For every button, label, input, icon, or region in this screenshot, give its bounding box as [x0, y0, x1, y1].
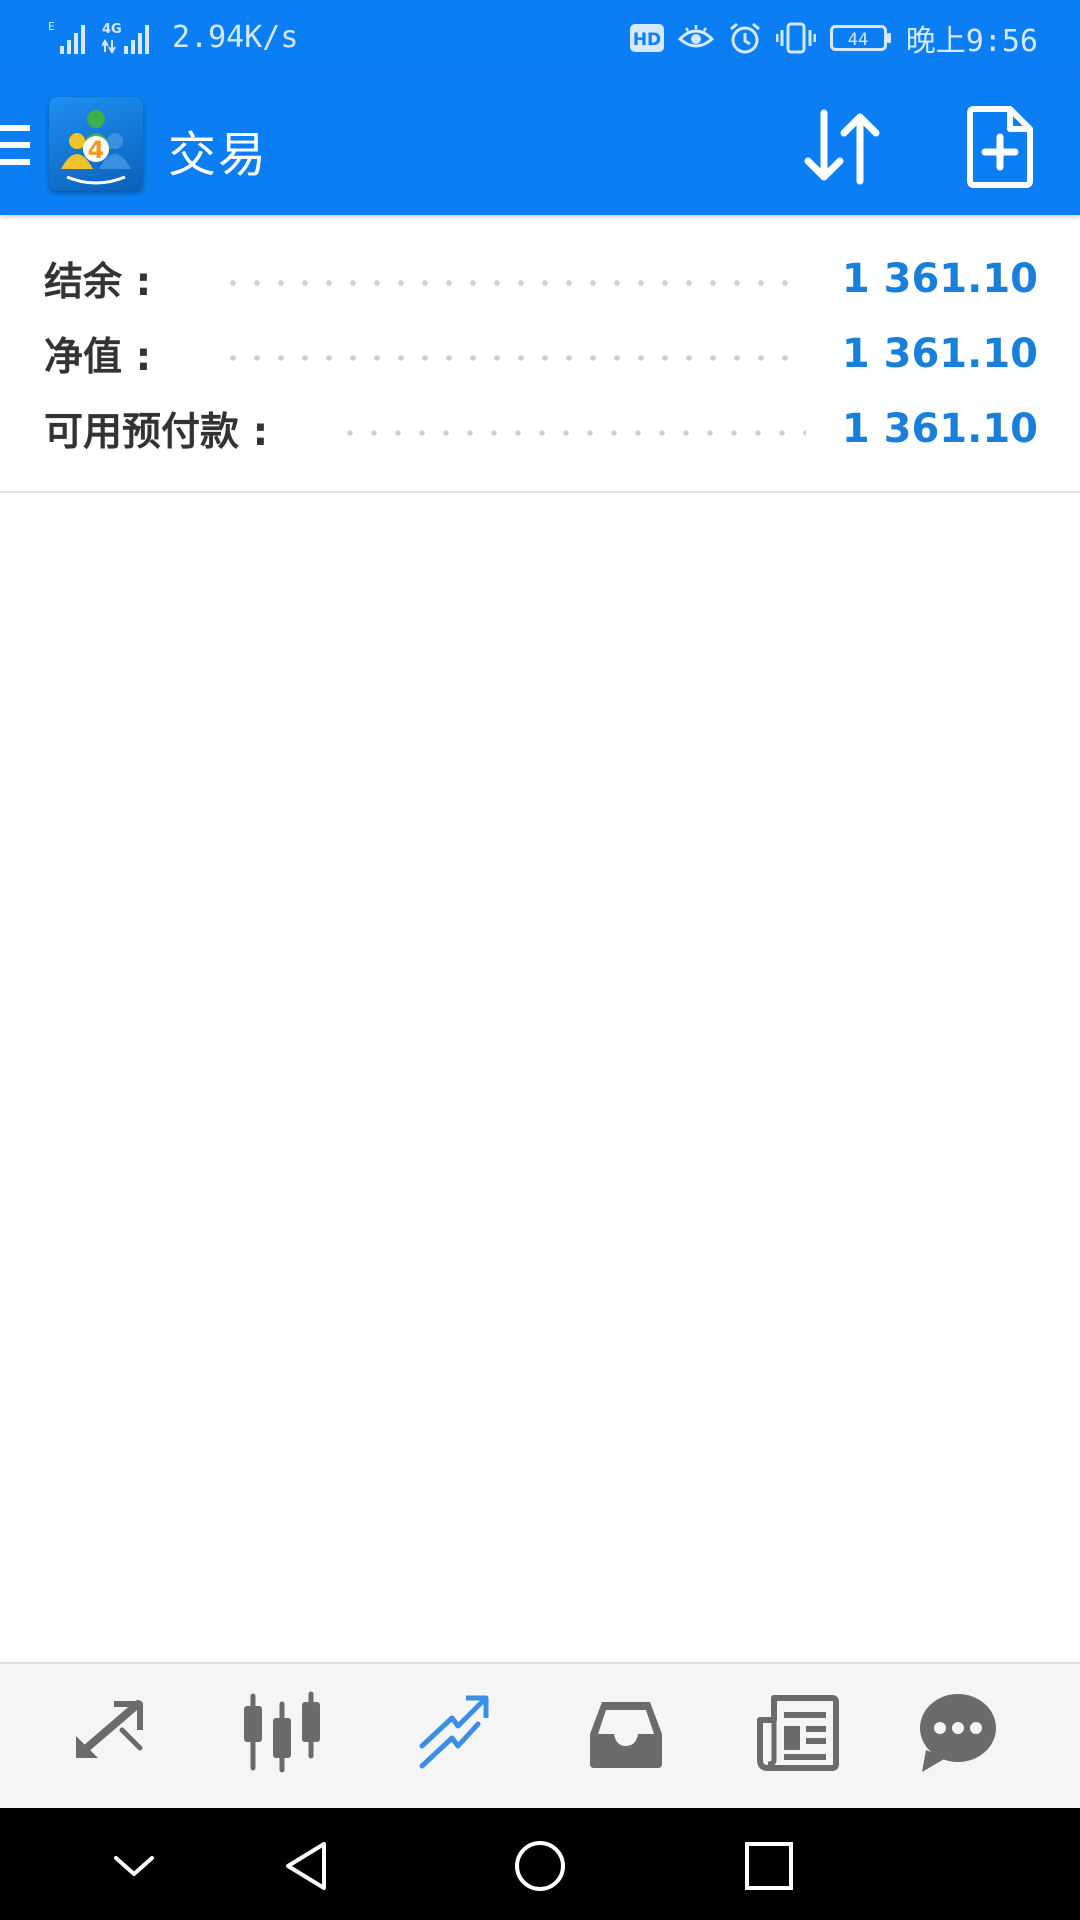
- svg-text:4: 4: [88, 136, 105, 164]
- vibrate-icon: [775, 22, 816, 53]
- history-icon[interactable]: [584, 1690, 668, 1774]
- free-margin-row: 可用预付款 : 1 361.10: [44, 399, 1038, 459]
- alarm-icon: [729, 22, 760, 53]
- trade-icon[interactable]: [412, 1690, 496, 1774]
- signal-4g-icon: 4G: [102, 22, 149, 54]
- equity-value: 1 361.10: [841, 331, 1038, 377]
- hd-icon: HD: [629, 23, 664, 52]
- status-right: HD 44 晚上9:56: [629, 16, 1038, 60]
- signal-icon: E: [48, 20, 85, 54]
- status-time: 晚上9:56: [905, 23, 1038, 59]
- dot-leader: [221, 355, 806, 361]
- svg-text:E: E: [48, 20, 55, 33]
- app-bar: 4 交易: [0, 75, 1080, 215]
- bottom-navigation: [0, 1662, 1080, 1808]
- free-margin-value: 1 361.10: [841, 406, 1038, 452]
- recents-icon[interactable]: [741, 1838, 797, 1894]
- eye-icon: [677, 24, 714, 47]
- menu-icon[interactable]: [0, 123, 32, 167]
- account-summary: 结余 : 1 361.10 净值 : 1 361.10 可用预付款 : 1 36…: [0, 215, 1080, 493]
- dot-leader: [338, 430, 806, 436]
- balance-value: 1 361.10: [841, 256, 1038, 302]
- status-bar: E 4G 2.94K/s HD 44 晚上9:56: [0, 0, 1080, 75]
- charts-icon[interactable]: [240, 1690, 324, 1774]
- equity-row: 净值 : 1 361.10: [44, 324, 1038, 384]
- app-logo: 4: [49, 97, 143, 191]
- back-icon[interactable]: [280, 1838, 336, 1894]
- sort-icon[interactable]: [800, 105, 884, 189]
- svg-text:4G: 4G: [102, 22, 122, 37]
- free-margin-label: 可用预付款 :: [44, 410, 269, 455]
- network-speed: 2.94K/s: [172, 20, 299, 55]
- collapse-icon[interactable]: [106, 1838, 162, 1894]
- new-order-icon[interactable]: [964, 105, 1036, 189]
- balance-label: 结余 :: [44, 260, 152, 305]
- dot-leader: [221, 280, 806, 286]
- system-nav-bar: [0, 1808, 1080, 1920]
- svg-text:HD: HD: [633, 30, 661, 50]
- balance-row: 结余 : 1 361.10: [44, 249, 1038, 309]
- equity-label: 净值 :: [44, 335, 152, 380]
- battery-icon: 44: [829, 24, 891, 51]
- page-title: 交易: [168, 127, 269, 183]
- quotes-icon[interactable]: [68, 1690, 152, 1774]
- news-icon[interactable]: [756, 1690, 840, 1774]
- home-icon[interactable]: [512, 1838, 568, 1894]
- status-left: E 4G 2.94K/s: [48, 20, 298, 56]
- svg-text:44: 44: [848, 30, 868, 50]
- messages-icon[interactable]: [916, 1690, 1000, 1774]
